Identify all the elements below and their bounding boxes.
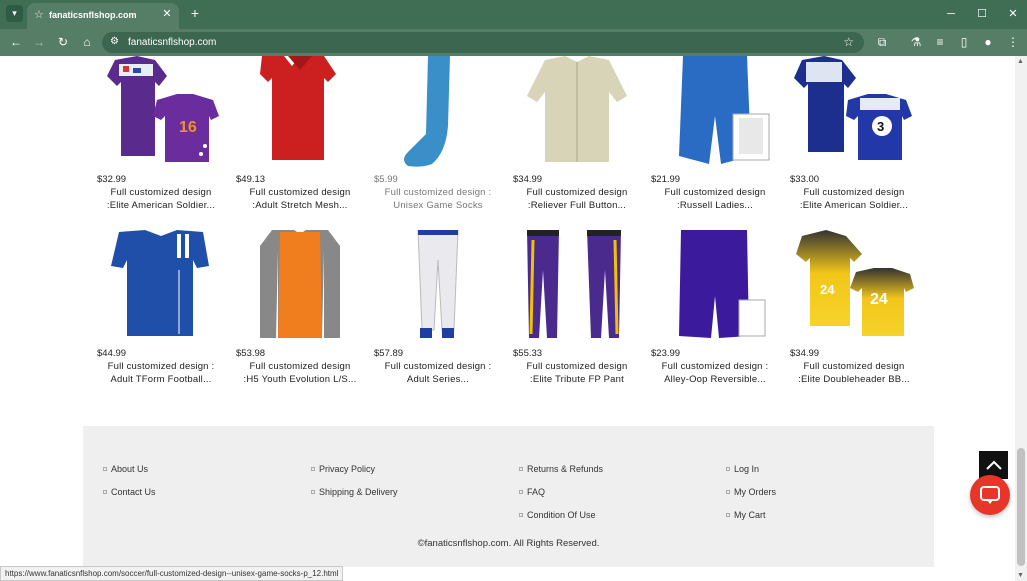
product-name[interactable]: Full customized design:Elite Doubleheade… — [790, 360, 918, 386]
bullet-icon — [726, 467, 730, 471]
product-price: $21.99 — [651, 174, 681, 185]
address-bar[interactable]: ⚙ fanaticsnflshop.com ☆ — [102, 32, 864, 53]
live-chat-button[interactable] — [970, 475, 1010, 515]
product-name[interactable]: Full customized design : Unisex Game Sock… — [374, 186, 502, 212]
product-name[interactable]: Full customized design : Adult TForm Foot… — [97, 360, 225, 386]
product-name[interactable]: Full customized design:Elite American So… — [790, 186, 918, 212]
bullet-icon — [519, 467, 523, 471]
product-image[interactable] — [651, 56, 779, 168]
browser-toolbar: ← → ↻ ⌂ ⚙ fanaticsnflshop.com ☆ ⧉ ⚗ ≡ ▯ … — [0, 29, 1027, 56]
product-image[interactable] — [651, 230, 779, 342]
menu-kebab-icon[interactable]: ⋮ — [1006, 35, 1020, 49]
labs-flask-icon[interactable]: ⚗ — [909, 35, 923, 49]
web-page: 16 $32.99 Full customized design:Elite A… — [0, 56, 1015, 581]
site-footer: About Us Contact Us Privacy Policy Shipp… — [83, 426, 934, 567]
product-price: $57.89 — [374, 348, 404, 359]
product-image[interactable] — [374, 230, 502, 342]
scroll-down-arrow-icon[interactable]: ▼ — [1017, 572, 1024, 579]
product-image[interactable] — [374, 56, 502, 168]
product-image[interactable]: 16 — [97, 56, 225, 168]
product-price: $49.13 — [236, 174, 266, 185]
product-price: $55.33 — [513, 348, 543, 359]
product-image[interactable] — [236, 230, 364, 342]
side-panel-icon[interactable]: ▯ — [957, 35, 971, 49]
bullet-icon — [519, 513, 523, 517]
product-image[interactable]: 24 24 — [790, 230, 918, 342]
footer-link-faq[interactable]: FAQ — [519, 487, 545, 497]
profile-avatar-icon[interactable]: ● — [981, 35, 995, 49]
product-name[interactable]: Full customized design:H5 Youth Evolutio… — [236, 360, 364, 386]
maximize-icon[interactable]: ☐ — [975, 7, 989, 21]
minimize-icon[interactable]: ─ — [944, 7, 958, 21]
footer-link-about-us[interactable]: About Us — [103, 464, 148, 474]
product-name[interactable]: Full customized design:Elite Tribute FP … — [513, 360, 641, 386]
footer-link-privacy-policy[interactable]: Privacy Policy — [311, 464, 375, 474]
product-image[interactable] — [513, 230, 641, 342]
product-price: $34.99 — [513, 174, 543, 185]
product-name[interactable]: Full customized design:Reliever Full But… — [513, 186, 641, 212]
bookmark-star-icon[interactable]: ☆ — [843, 35, 854, 49]
product-image[interactable] — [513, 56, 641, 168]
new-tab-icon[interactable]: + — [188, 6, 202, 20]
bullet-icon — [103, 467, 107, 471]
media-controls-icon[interactable]: ≡ — [933, 35, 947, 49]
product-price: $33.00 — [790, 174, 820, 185]
bullet-icon — [726, 513, 730, 517]
footer-link-log-in[interactable]: Log In — [726, 464, 759, 474]
page-scrollbar[interactable]: ▲ ▼ — [1015, 56, 1027, 581]
product-image[interactable] — [236, 56, 364, 168]
product-name[interactable]: Full customized design : Alley-Oop Revers… — [651, 360, 779, 386]
star-favicon-icon: ☆ — [34, 9, 44, 21]
svg-text:16: 16 — [179, 119, 197, 136]
product-price: $34.99 — [790, 348, 820, 359]
footer-link-returns-refunds[interactable]: Returns & Refunds — [519, 464, 603, 474]
extensions-icon[interactable]: ⧉ — [875, 35, 889, 49]
home-icon[interactable]: ⌂ — [80, 35, 94, 49]
svg-text:24: 24 — [820, 282, 835, 297]
product-name[interactable]: Full customized design:Elite American So… — [97, 186, 225, 212]
chat-bubble-icon — [980, 486, 1000, 504]
product-price: $44.99 — [97, 348, 127, 359]
svg-text:3: 3 — [877, 119, 884, 134]
forward-icon[interactable]: → — [32, 35, 46, 49]
footer-link-shipping-delivery[interactable]: Shipping & Delivery — [311, 487, 398, 497]
tab-strip: ▾ ☆ fanaticsnflshop.com ✕ + ─ ☐ ✕ — [0, 0, 1027, 29]
back-icon[interactable]: ← — [9, 35, 23, 49]
product-image[interactable]: 3 — [790, 56, 918, 168]
svg-text:24: 24 — [870, 291, 888, 308]
scroll-up-arrow-icon[interactable]: ▲ — [1017, 58, 1024, 65]
product-price: $32.99 — [97, 174, 127, 185]
product-name[interactable]: Full customized design:Russell Ladies... — [651, 186, 779, 212]
window-close-icon[interactable]: ✕ — [1006, 7, 1020, 21]
product-price: $53.98 — [236, 348, 266, 359]
site-info-icon[interactable]: ⚙ — [110, 36, 122, 48]
close-tab-icon[interactable]: ✕ — [161, 8, 173, 20]
bullet-icon — [311, 490, 315, 494]
scroll-thumb[interactable] — [1017, 448, 1025, 566]
bullet-icon — [103, 490, 107, 494]
bullet-icon — [519, 490, 523, 494]
reload-icon[interactable]: ↻ — [56, 35, 70, 49]
copyright-text: ©fanaticsnflshop.com. All Rights Reserve… — [417, 538, 600, 549]
tab-search-icon[interactable]: ▾ — [6, 5, 23, 22]
footer-link-contact-us[interactable]: Contact Us — [103, 487, 156, 497]
product-name[interactable]: Full customized design:Adult Stretch Mes… — [236, 186, 364, 212]
url-text: fanaticsnflshop.com — [128, 37, 217, 48]
product-price: $5.99 — [374, 174, 398, 185]
chevron-up-icon — [985, 460, 1002, 470]
bullet-icon — [311, 467, 315, 471]
link-status-bar: https://www.fanaticsnflshop.com/soccer/f… — [0, 566, 344, 581]
footer-link-condition-of-use[interactable]: Condition Of Use — [519, 510, 596, 520]
tab-title: fanaticsnflshop.com — [49, 10, 137, 20]
footer-link-my-cart[interactable]: My Cart — [726, 510, 766, 520]
bullet-icon — [726, 490, 730, 494]
product-image[interactable] — [97, 230, 225, 342]
browser-tab[interactable]: ☆ fanaticsnflshop.com ✕ — [27, 3, 179, 29]
footer-link-my-orders[interactable]: My Orders — [726, 487, 776, 497]
product-price: $23.99 — [651, 348, 681, 359]
product-name[interactable]: Full customized design : Adult Series... — [374, 360, 502, 386]
